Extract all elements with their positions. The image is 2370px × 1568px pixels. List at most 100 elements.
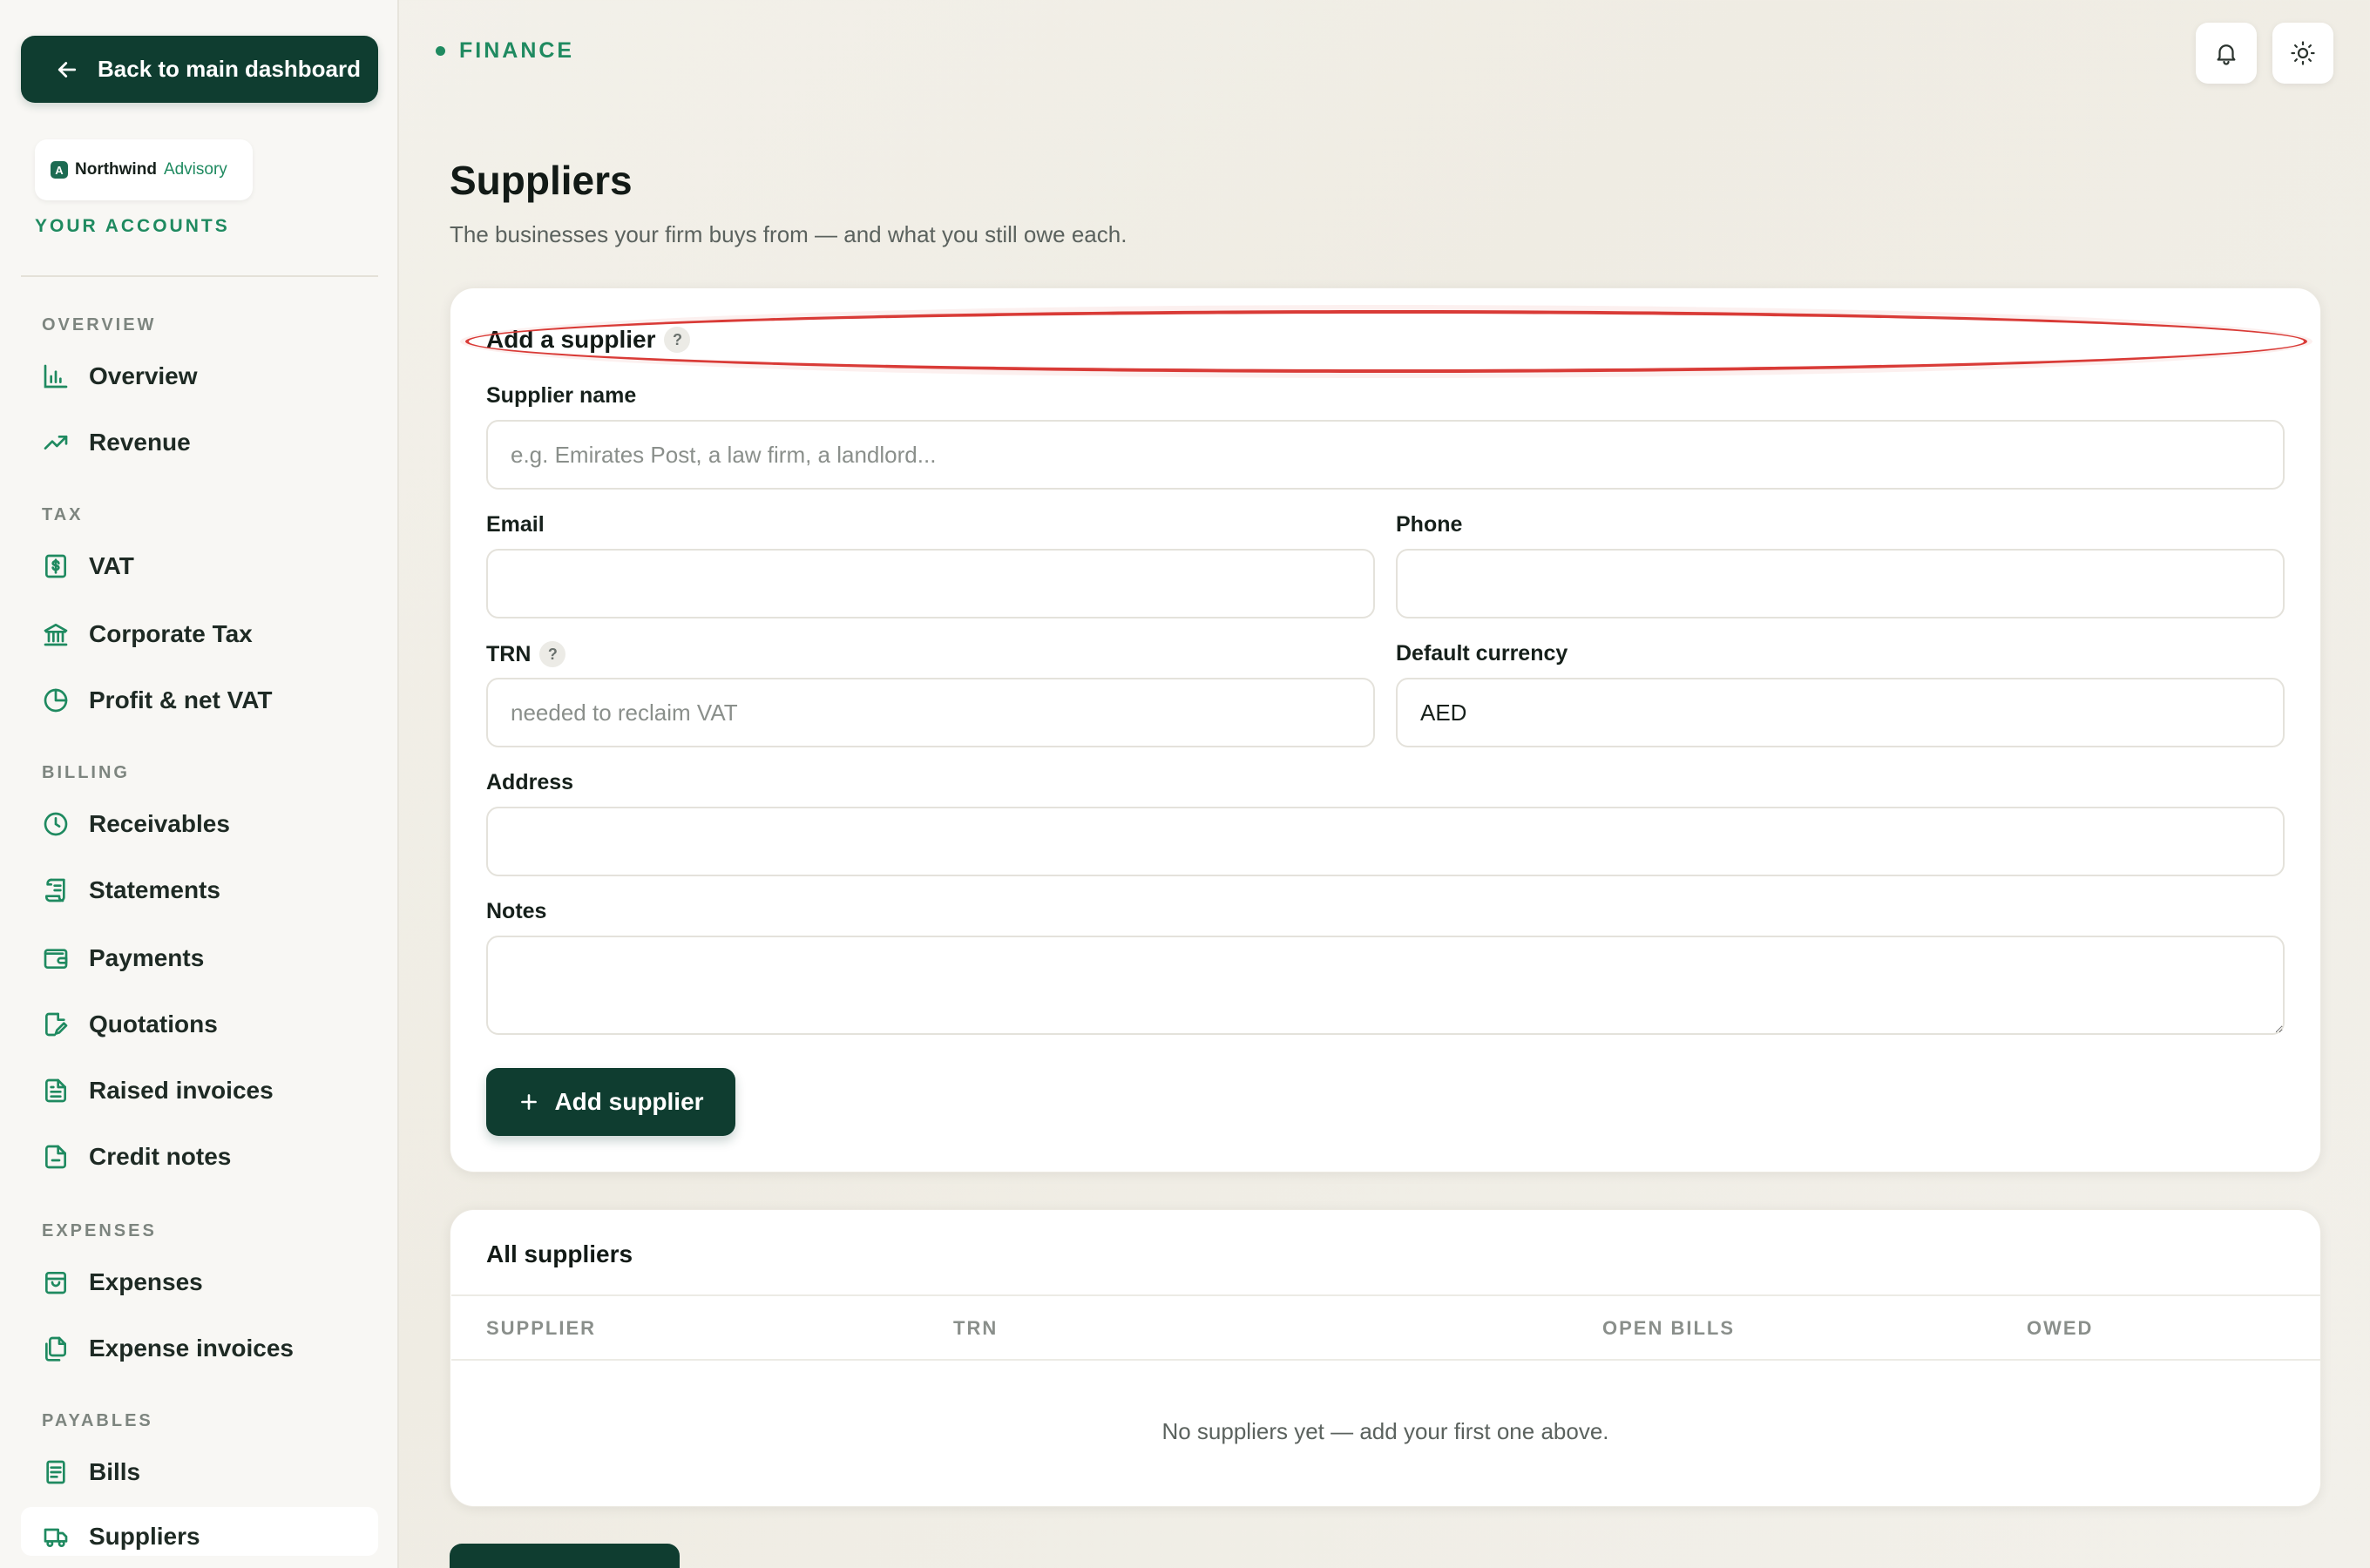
sidebar-item-expenses[interactable]: Expenses — [21, 1254, 378, 1310]
nav-section-tax: TAX — [42, 505, 84, 524]
address-field[interactable] — [486, 807, 2285, 876]
shopping-bag-icon — [42, 1268, 70, 1296]
table-divider — [451, 1359, 2321, 1361]
sidebar-divider — [21, 275, 378, 277]
column-header-supplier[interactable]: SUPPLIER — [486, 1317, 596, 1340]
trending-up-icon — [42, 429, 70, 456]
phone-field[interactable] — [1396, 549, 2285, 618]
sidebar-item-label: Expenses — [89, 1268, 203, 1295]
sidebar-item-expense-invoices[interactable]: Expense invoices — [21, 1321, 378, 1376]
default-currency-field[interactable] — [1396, 678, 2285, 747]
all-suppliers-heading: All suppliers — [486, 1240, 633, 1267]
org-switcher[interactable]: A Northwind Advisory — [35, 139, 253, 200]
nav-section-billing: BILLING — [42, 763, 130, 782]
sidebar-item-vat[interactable]: VAT — [21, 538, 378, 594]
column-header-trn[interactable]: TRN — [953, 1317, 998, 1340]
nav-section-overview: OVERVIEW — [42, 315, 157, 335]
notes-textarea[interactable] — [486, 936, 2285, 1035]
help-icon[interactable]: ? — [664, 327, 691, 353]
file-edit-icon — [42, 1010, 70, 1038]
receipt-dollar-icon — [42, 552, 70, 580]
your-accounts-link[interactable]: YOUR ACCOUNTS — [35, 216, 230, 237]
arrow-left-icon — [58, 61, 77, 78]
add-supplier-button[interactable]: Add supplier — [486, 1068, 735, 1136]
sidebar-item-raised-invoices[interactable]: Raised invoices — [21, 1063, 378, 1119]
page-title: Suppliers — [450, 158, 633, 203]
empty-state-text: No suppliers yet — add your first one ab… — [1161, 1418, 1609, 1444]
sidebar-item-label: Quotations — [89, 1010, 218, 1037]
default-currency-label: Default currency — [1396, 641, 1568, 666]
trn-field[interactable] — [486, 678, 1375, 747]
sidebar-item-label: Raised invoices — [89, 1077, 274, 1104]
notifications-button[interactable] — [2196, 23, 2257, 84]
sun-icon — [2291, 41, 2315, 65]
all-suppliers-card — [450, 1209, 2321, 1507]
sidebar-item-label: Revenue — [89, 429, 191, 456]
sidebar-item-statements[interactable]: Statements — [21, 862, 378, 918]
receipt-icon — [42, 1458, 70, 1486]
sidebar-item-bills[interactable]: Bills — [21, 1444, 378, 1500]
page-subtitle: The businesses your firm buys from — and… — [450, 221, 1127, 247]
email-field[interactable] — [486, 549, 1375, 618]
sidebar-item-corporate-tax[interactable]: Corporate Tax — [21, 606, 378, 662]
wallet-icon — [42, 944, 70, 972]
clock-icon — [42, 810, 70, 838]
sidebar-item-credit-notes[interactable]: Credit notes — [21, 1129, 378, 1185]
status-dot — [436, 46, 445, 56]
theme-toggle-button[interactable] — [2272, 23, 2333, 84]
sidebar-item-payments[interactable]: Payments — [21, 930, 378, 986]
email-label: Email — [486, 512, 545, 537]
sidebar: Back to main dashboard A Northwind Advis… — [0, 0, 399, 1568]
bank-icon — [42, 620, 70, 648]
sidebar-item-label: Payments — [89, 944, 205, 971]
sidebar-item-label: Corporate Tax — [89, 620, 253, 647]
sidebar-item-label: Overview — [89, 362, 198, 389]
sidebar-item-label: Expense invoices — [89, 1335, 295, 1362]
sidebar-item-label: Suppliers — [89, 1523, 200, 1550]
next-action-button[interactable] — [450, 1544, 680, 1568]
nav-section-expenses: EXPENSES — [42, 1221, 157, 1240]
card-title-text: Add a supplier — [486, 326, 656, 353]
back-to-dashboard-button[interactable]: Back to main dashboard — [21, 36, 378, 103]
sidebar-item-revenue[interactable]: Revenue — [21, 415, 378, 470]
trn-label-row: TRN ? — [486, 641, 566, 667]
breadcrumb: FINANCE — [436, 38, 574, 64]
org-name: Northwind — [75, 160, 157, 179]
supplier-name-input[interactable] — [486, 420, 2285, 490]
sidebar-item-label: VAT — [89, 552, 134, 579]
org-logo: A — [51, 161, 68, 179]
column-header-open-bills[interactable]: OPEN BILLS — [1602, 1317, 1735, 1340]
notes-label: Notes — [486, 899, 547, 923]
truck-icon — [42, 1523, 70, 1551]
phone-label: Phone — [1396, 512, 1463, 537]
files-icon — [42, 1335, 70, 1362]
add-supplier-button-label: Add supplier — [554, 1088, 704, 1115]
sidebar-item-label: Statements — [89, 876, 220, 903]
column-header-owed[interactable]: OWED — [2027, 1317, 2093, 1340]
scroll-icon — [42, 876, 70, 904]
breadcrumb-label: FINANCE — [459, 38, 575, 63]
nav-section-payables: PAYABLES — [42, 1411, 153, 1430]
org-tag: Advisory — [163, 160, 227, 179]
address-label: Address — [486, 770, 574, 794]
file-text-icon — [42, 1077, 70, 1105]
trn-label: TRN — [486, 641, 532, 666]
sidebar-item-overview[interactable]: Overview — [21, 348, 378, 404]
sidebar-item-label: Credit notes — [89, 1143, 232, 1170]
bell-icon — [2217, 44, 2236, 65]
sidebar-item-receivables[interactable]: Receivables — [21, 796, 378, 852]
plus-icon — [521, 1094, 538, 1110]
add-supplier-heading: Add a supplier ? — [486, 326, 691, 354]
sidebar-item-quotations[interactable]: Quotations — [21, 997, 378, 1052]
table-divider — [451, 1294, 2321, 1296]
sidebar-item-label: Receivables — [89, 810, 230, 837]
sidebar-item-suppliers[interactable]: Suppliers — [21, 1507, 378, 1556]
bar-chart-icon — [42, 362, 70, 390]
sidebar-item-label: Bills — [89, 1458, 141, 1485]
help-icon[interactable]: ? — [539, 641, 566, 667]
sidebar-item-label: Profit & net VAT — [89, 686, 273, 713]
back-button-label: Back to main dashboard — [98, 56, 361, 82]
supplier-name-label: Supplier name — [486, 383, 637, 408]
sidebar-item-profit-net-vat[interactable]: Profit & net VAT — [21, 672, 378, 728]
file-icon — [42, 1143, 70, 1171]
